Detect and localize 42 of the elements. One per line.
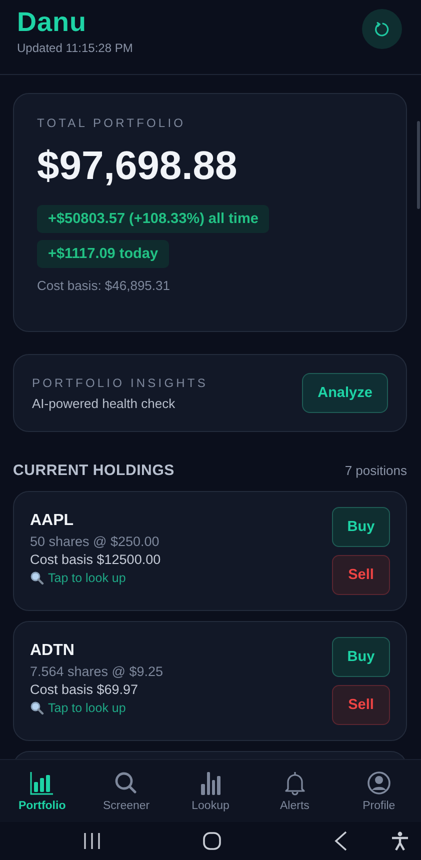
cost-basis: Cost basis $69.97: [30, 682, 140, 697]
search-icon: [113, 770, 140, 796]
refresh-button[interactable]: [362, 9, 402, 49]
profile-icon: [366, 770, 392, 796]
section-title: CURRENT HOLDINGS: [13, 462, 174, 479]
accessibility-icon[interactable]: [391, 831, 409, 851]
cost-basis: Cost basis $12500.00: [30, 552, 161, 567]
back-icon[interactable]: [334, 831, 348, 851]
nav-tab[interactable]: Lookup: [168, 760, 253, 822]
nav-tab[interactable]: Profile: [336, 760, 421, 822]
holding-card[interactable]: ADTN 7.564 shares @ $9.25 Cost basis $69.97 Tap to look up Buy Sell: [13, 621, 407, 741]
insights-label: PORTFOLIO INSIGHTS: [32, 376, 208, 390]
lookup-link[interactable]: Tap to look up: [48, 571, 126, 585]
change-badge: +$50803.57 (+108.33%) all time: [37, 205, 270, 233]
buy-button[interactable]: Buy: [332, 637, 390, 677]
lookup-link[interactable]: Tap to look up: [48, 701, 126, 715]
nav-tab[interactable]: Alerts: [252, 760, 337, 822]
holding-card[interactable]: AAPL 50 shares @ $250.00 Cost basis $12500.00 Tap to look up Buy Sell: [13, 491, 407, 611]
home-icon[interactable]: [202, 831, 222, 851]
nav-tab[interactable]: Portfolio: [0, 760, 84, 822]
recents-icon[interactable]: [82, 832, 102, 850]
buy-button[interactable]: Buy: [332, 507, 390, 547]
portfolio-label: TOTAL PORTFOLIO: [37, 116, 187, 130]
shares-text: 7.564 shares @ $9.25: [30, 664, 164, 679]
shares-text: 50 shares @ $250.00: [30, 534, 160, 549]
cost-basis: Cost basis: $46,895.31: [37, 278, 171, 293]
sell-button[interactable]: Sell: [332, 555, 390, 595]
sell-button[interactable]: Sell: [332, 685, 390, 725]
magnifier-icon: [30, 701, 44, 715]
analyze-button[interactable]: Analyze: [302, 373, 388, 413]
stock-symbol: AAPL: [30, 512, 75, 530]
insights-subtitle: AI-powered health check: [32, 396, 176, 410]
nav-tab[interactable]: Screener: [84, 760, 168, 822]
magnifier-icon: [30, 571, 44, 585]
portfolio-value: $97,698.88: [37, 144, 238, 189]
position-count: 7 positions: [344, 463, 407, 478]
bar-chart-icon: [29, 770, 56, 796]
app-title: Danu: [17, 7, 88, 38]
stock-symbol: ADTN: [30, 642, 76, 660]
refresh-icon: [374, 21, 390, 37]
change-badge: +$1117.09 today: [37, 240, 170, 268]
updated-time: Updated 11:15:28 PM: [17, 41, 133, 55]
